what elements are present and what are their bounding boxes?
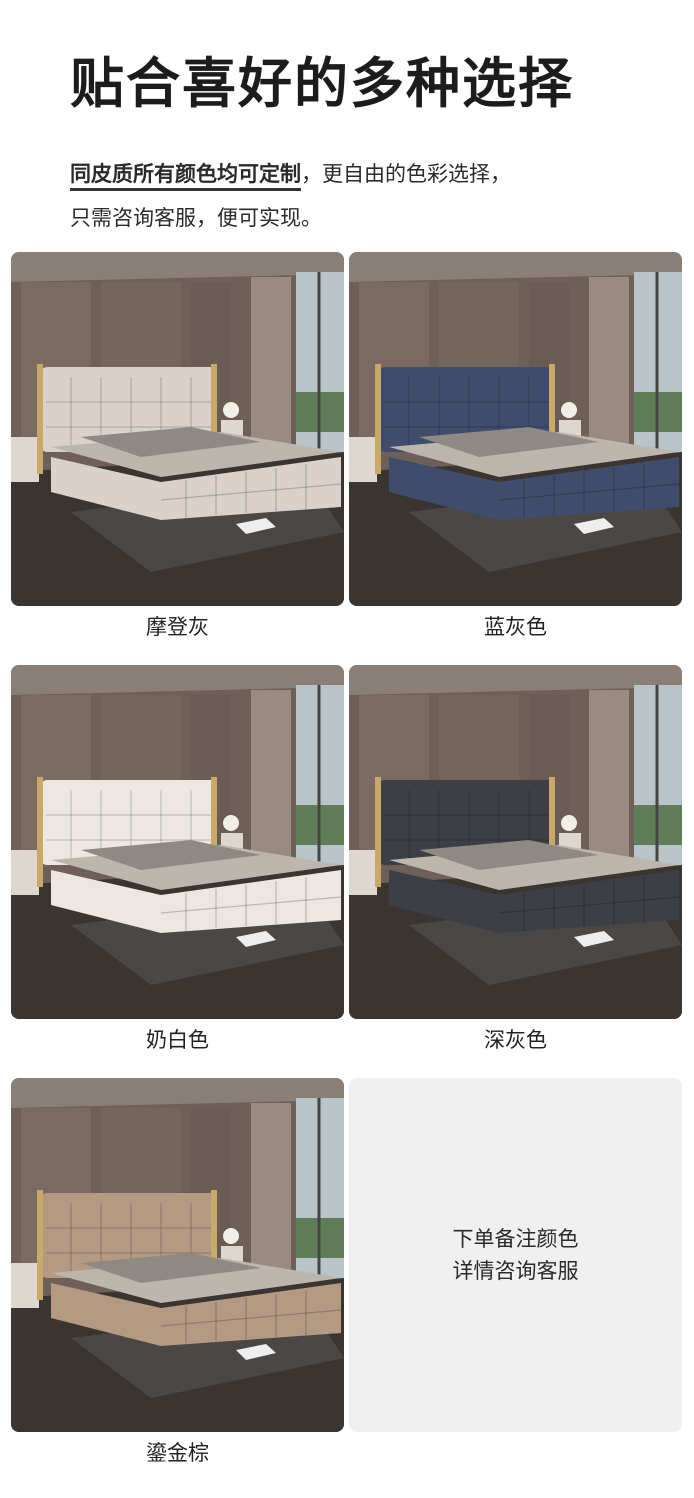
product-label-5: 鎏金棕 (146, 1441, 209, 1465)
product-image-5[interactable] (11, 1078, 344, 1432)
bedroom-scene (11, 252, 344, 606)
bedroom-scene (11, 665, 344, 1019)
intro-line-1: 同皮质所有颜色均可定制，更自由的色彩选择， (70, 152, 511, 196)
page-title: 贴合喜好的多种选择 (70, 52, 574, 115)
note-line-2: 详情咨询客服 (452, 1259, 579, 1283)
color-note-card: 下单备注颜色 详情咨询客服 (349, 1078, 682, 1432)
product-label-4: 深灰色 (484, 1028, 547, 1052)
bedroom-scene (349, 252, 682, 606)
product-label-2: 蓝灰色 (484, 615, 547, 639)
product-label-3: 奶白色 (146, 1028, 209, 1052)
intro-line-1-rest: ，更自由的色彩选择， (301, 162, 511, 186)
product-image-4[interactable] (349, 665, 682, 1019)
product-label-1: 摩登灰 (146, 615, 209, 639)
product-image-3[interactable] (11, 665, 344, 1019)
product-image-2[interactable] (349, 252, 682, 606)
product-image-1[interactable] (11, 252, 344, 606)
intro-text: 同皮质所有颜色均可定制，更自由的色彩选择， 只需咨询客服，便可实现。 (70, 152, 511, 240)
intro-line-2: 只需咨询客服，便可实现。 (70, 206, 322, 230)
intro-highlight: 同皮质所有颜色均可定制 (70, 162, 301, 191)
note-line-1: 下单备注颜色 (452, 1227, 579, 1251)
bedroom-scene (11, 1078, 344, 1432)
bedroom-scene (349, 665, 682, 1019)
